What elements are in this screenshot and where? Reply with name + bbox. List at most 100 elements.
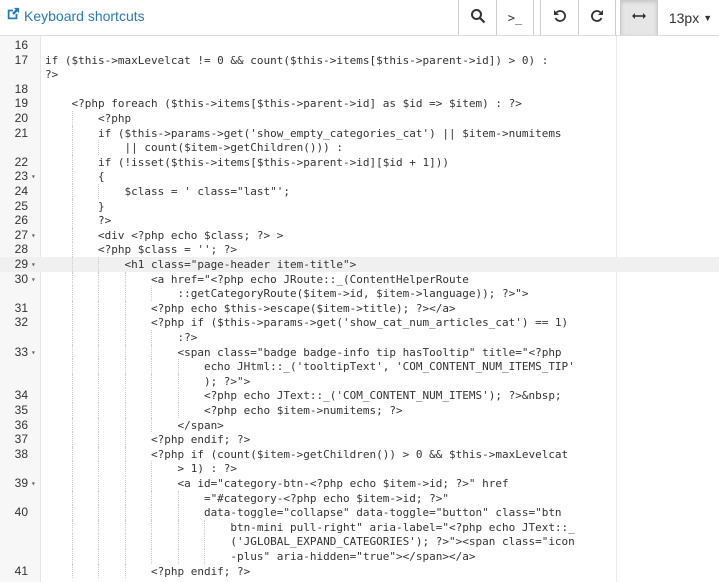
code-line[interactable]: > 1) : ?>	[0, 461, 719, 476]
code-line[interactable]: 17 if ($this->maxLevelcat != 0 && count($…	[0, 53, 719, 68]
code-text: $class = ' class="last"';	[45, 185, 291, 198]
code-text: <?php echo JText::_('COM_CONTENT_NUM_ITE…	[45, 389, 562, 403]
line-number: 37	[14, 432, 28, 447]
code-line[interactable]: ); ?>">	[0, 373, 719, 389]
line-number: 30	[14, 271, 28, 286]
code-line[interactable]: 36 </span>	[0, 417, 719, 433]
code-text: <?php $class = ''; ?>	[45, 243, 238, 257]
fold-toggle-icon[interactable]: ▾	[31, 345, 36, 360]
font-size-select[interactable]: 13px ▼	[662, 0, 719, 35]
code-text: if (!isset($this->items[$this->parent->i…	[45, 155, 449, 169]
search-icon	[470, 8, 486, 28]
code-line[interactable]: -plus" aria-hidden="true"></span></a>	[0, 549, 719, 564]
keyboard-shortcuts-link[interactable]: Keyboard shortcuts	[6, 7, 145, 25]
code-text: ('JGLOBAL_EXPAND_CATEGORIES'); ?>"><span…	[45, 535, 575, 549]
line-number: 28	[14, 242, 28, 257]
fold-toggle-icon[interactable]: ▾	[31, 272, 36, 287]
code-text: <?php if (count($item->getChildren()) > …	[45, 447, 569, 461]
code-line[interactable]: :?>	[0, 330, 719, 345]
code-line[interactable]: 30 ▾ <a href="<?php echo JRoute::_(Conten…	[0, 271, 719, 287]
code-line[interactable]: || count($item->getChildren())) :	[0, 140, 719, 155]
code-line[interactable]: 38 <?php if (count($item->getChildren())…	[0, 446, 719, 462]
undo-icon	[552, 8, 568, 28]
code-text: <?php echo $item->numitems; ?>	[45, 404, 403, 417]
code-line[interactable]: 21 if ($this->params->get('show_empty_ca…	[0, 125, 719, 141]
line-number: 16	[14, 38, 28, 52]
fold-toggle-icon[interactable]: ▾	[31, 169, 36, 184]
code-line[interactable]: 25 }	[0, 198, 719, 214]
code-line[interactable]: btn-mini pull-right" aria-label="<?php e…	[0, 519, 719, 535]
code-line[interactable]: ?>	[0, 67, 719, 82]
fold-toggle-icon[interactable]: ▾	[31, 476, 36, 491]
wrap-toggle-button[interactable]	[620, 0, 658, 35]
code-line[interactable]: 32 <?php if ($this->params->get('show_ca…	[0, 315, 719, 330]
line-number: 40	[14, 505, 28, 520]
code-text: ?>	[45, 68, 59, 82]
line-number: 18	[14, 81, 28, 96]
line-number: 33	[14, 344, 28, 359]
search-button[interactable]	[458, 0, 496, 35]
code-line[interactable]: 20 <?php	[0, 111, 719, 126]
code-line[interactable]: 26 ?>	[0, 213, 719, 228]
code-line[interactable]: 19 <?php foreach ($this->items[$this->pa…	[0, 96, 719, 111]
console-button[interactable]: >_	[496, 0, 534, 35]
code-line[interactable]: 40 data-toggle="collapse" data-toggle="b…	[0, 505, 719, 520]
code-text: <a id="category-btn-<?php echo $item->id…	[45, 477, 509, 490]
code-line[interactable]: 28 <?php $class = ''; ?>	[0, 242, 719, 257]
code-line[interactable]: 24 $class = ' class="last"';	[0, 184, 719, 199]
line-number: 27	[14, 227, 28, 242]
line-number: 19	[14, 96, 28, 111]
code-text: data-toggle="collapse" data-toggle="butt…	[45, 506, 562, 520]
line-number: 26	[14, 213, 28, 228]
line-number: 39	[14, 476, 28, 490]
redo-button[interactable]	[578, 0, 616, 35]
line-number: 31	[14, 300, 28, 315]
code-text: :?>	[45, 331, 198, 344]
code-text: -plus" aria-hidden="true"></span></a>	[45, 550, 476, 563]
code-text: if ($this->maxLevelcat != 0 && count($th…	[45, 53, 549, 67]
code-text: <h1 class="page-header item-title">	[45, 258, 357, 271]
line-number: 36	[14, 417, 28, 432]
code-line[interactable]: ::getCategoryRoute($item->id, $item->lan…	[0, 286, 719, 301]
code-line[interactable]: 29 ▾ <h1 class="page-header item-title">	[0, 257, 719, 272]
code-line[interactable]: 27 ▾ <div <?php echo $class; ?> >	[0, 227, 719, 243]
code-text: ="#category-<?php echo $item->id; ?>"	[45, 491, 449, 505]
fold-toggle-icon[interactable]: ▾	[31, 257, 36, 272]
code-line[interactable]: 33 ▾ <span class="badge badge-info tip ha…	[0, 344, 719, 360]
code-text: || count($item->getChildren())) :	[45, 141, 344, 155]
line-number: 22	[14, 154, 28, 169]
code-line[interactable]: 31 <?php echo $this->escape($item->title…	[0, 300, 719, 316]
code-line[interactable]: ="#category-<?php echo $item->id; ?>"	[0, 490, 719, 506]
code-line[interactable]: 41 <?php endif; ?>	[0, 563, 719, 579]
code-line[interactable]: 23 ▾ {	[0, 169, 719, 184]
editor-toolbar: Keyboard shortcuts >_ 13px ▼	[0, 0, 719, 36]
code-line[interactable]: ('JGLOBAL_EXPAND_CATEGORIES'); ?>"><span…	[0, 534, 719, 549]
code-text: }	[45, 199, 105, 213]
code-text: <?php echo $this->escape($item->title); …	[45, 301, 456, 315]
code-text: </span>	[45, 418, 224, 432]
horizontal-arrows-icon	[631, 8, 647, 28]
code-text: echo JHtml::_('tooltipText', 'COM_CONTEN…	[45, 360, 575, 374]
code-text: {	[45, 170, 105, 184]
line-number: 32	[14, 315, 28, 330]
code-line[interactable]: 16	[0, 38, 719, 53]
line-number: 41	[14, 563, 28, 578]
line-number: 29	[14, 257, 28, 271]
external-link-icon	[6, 7, 20, 25]
fold-toggle-icon[interactable]: ▾	[31, 228, 36, 243]
code-line[interactable]: 22 if (!isset($this->items[$this->parent…	[0, 154, 719, 170]
code-line[interactable]: 34 <?php echo JText::_('COM_CONTENT_NUM_…	[0, 388, 719, 403]
line-number: 17	[14, 52, 28, 67]
code-line[interactable]: echo JHtml::_('tooltipText', 'COM_CONTEN…	[0, 359, 719, 374]
code-text: <?php foreach ($this->items[$this->paren…	[45, 97, 522, 111]
code-text: <?php	[45, 112, 132, 125]
console-icon: >_	[507, 10, 523, 25]
code-line[interactable]: 18	[0, 82, 719, 97]
undo-button[interactable]	[540, 0, 578, 35]
code-text: > 1) : ?>	[45, 462, 238, 476]
code-editor[interactable]: 16 17 if ($this->maxLevelcat != 0 && count…	[0, 36, 719, 582]
font-size-value: 13px	[668, 9, 700, 26]
code-line[interactable]: 39 ▾ <a id="category-btn-<?php echo $item…	[0, 476, 719, 491]
code-line[interactable]: 37 <?php endif; ?>	[0, 432, 719, 447]
code-line[interactable]: 35 <?php echo $item->numitems; ?>	[0, 403, 719, 418]
